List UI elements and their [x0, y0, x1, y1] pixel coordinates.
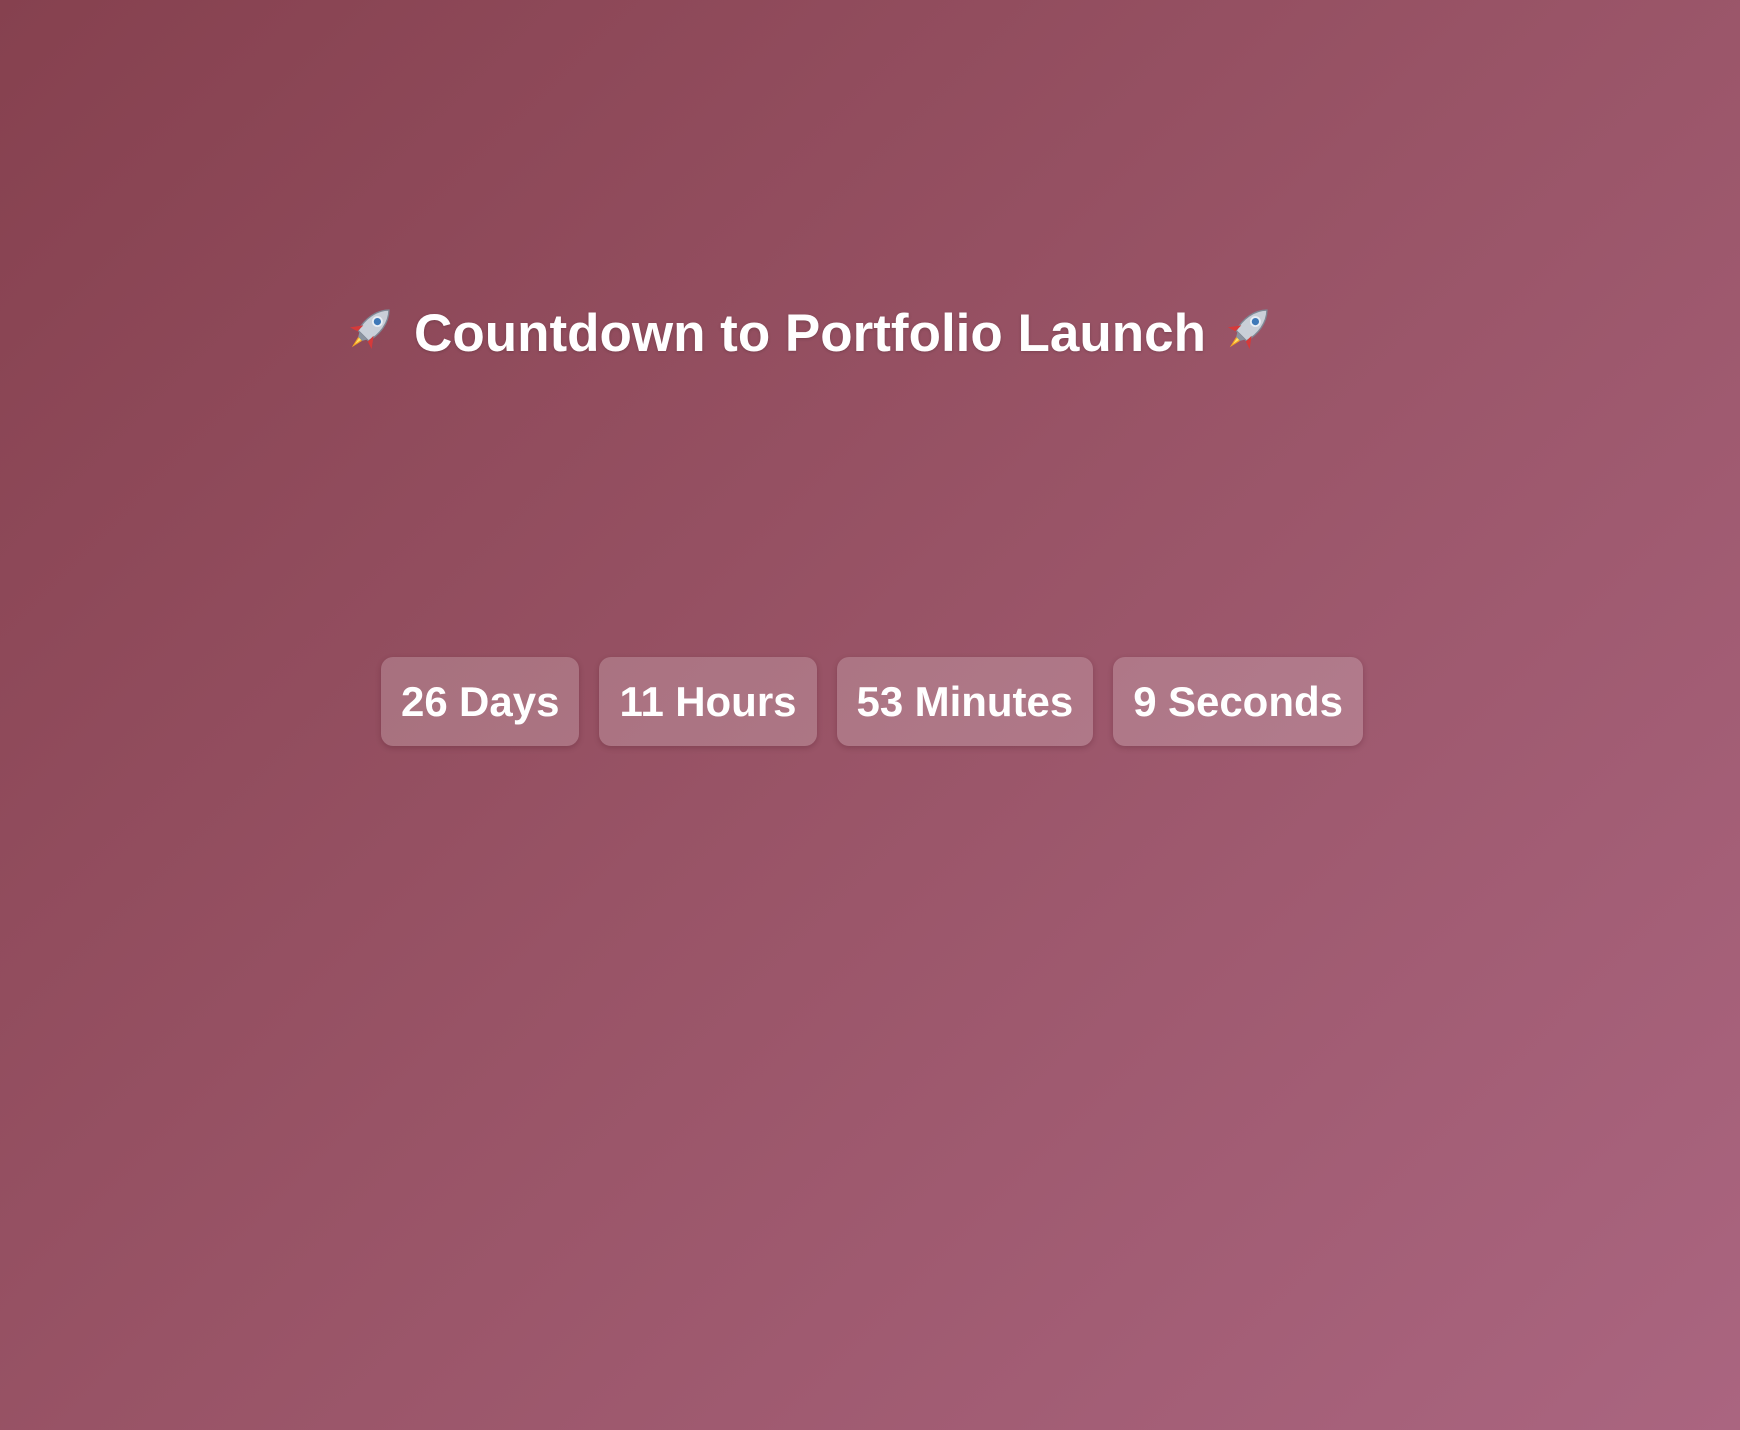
- minutes-value: 53: [856, 677, 904, 725]
- countdown-timer: 26 Days 11 Hours 53 Minutes 9 Seconds: [381, 657, 1364, 746]
- countdown-days: 26 Days: [381, 657, 580, 746]
- days-unit: Days: [459, 677, 560, 725]
- minutes-unit: Minutes: [914, 677, 1074, 725]
- countdown-seconds: 9 Seconds: [1113, 657, 1364, 746]
- title-text: Countdown to Portfolio Launch: [414, 304, 1206, 363]
- days-value: 26: [401, 677, 448, 725]
- page-title: Countdown to Portfolio Launch: [0, 298, 1620, 370]
- seconds-unit: Seconds: [1167, 677, 1344, 725]
- rocket-icon: [342, 299, 400, 357]
- seconds-value: 9: [1133, 677, 1157, 725]
- countdown-minutes: 53 Minutes: [836, 657, 1094, 746]
- hours-unit: Hours: [675, 677, 797, 725]
- countdown-hours: 11 Hours: [599, 657, 817, 746]
- hours-value: 11: [619, 677, 664, 725]
- rocket-icon: [1220, 299, 1278, 357]
